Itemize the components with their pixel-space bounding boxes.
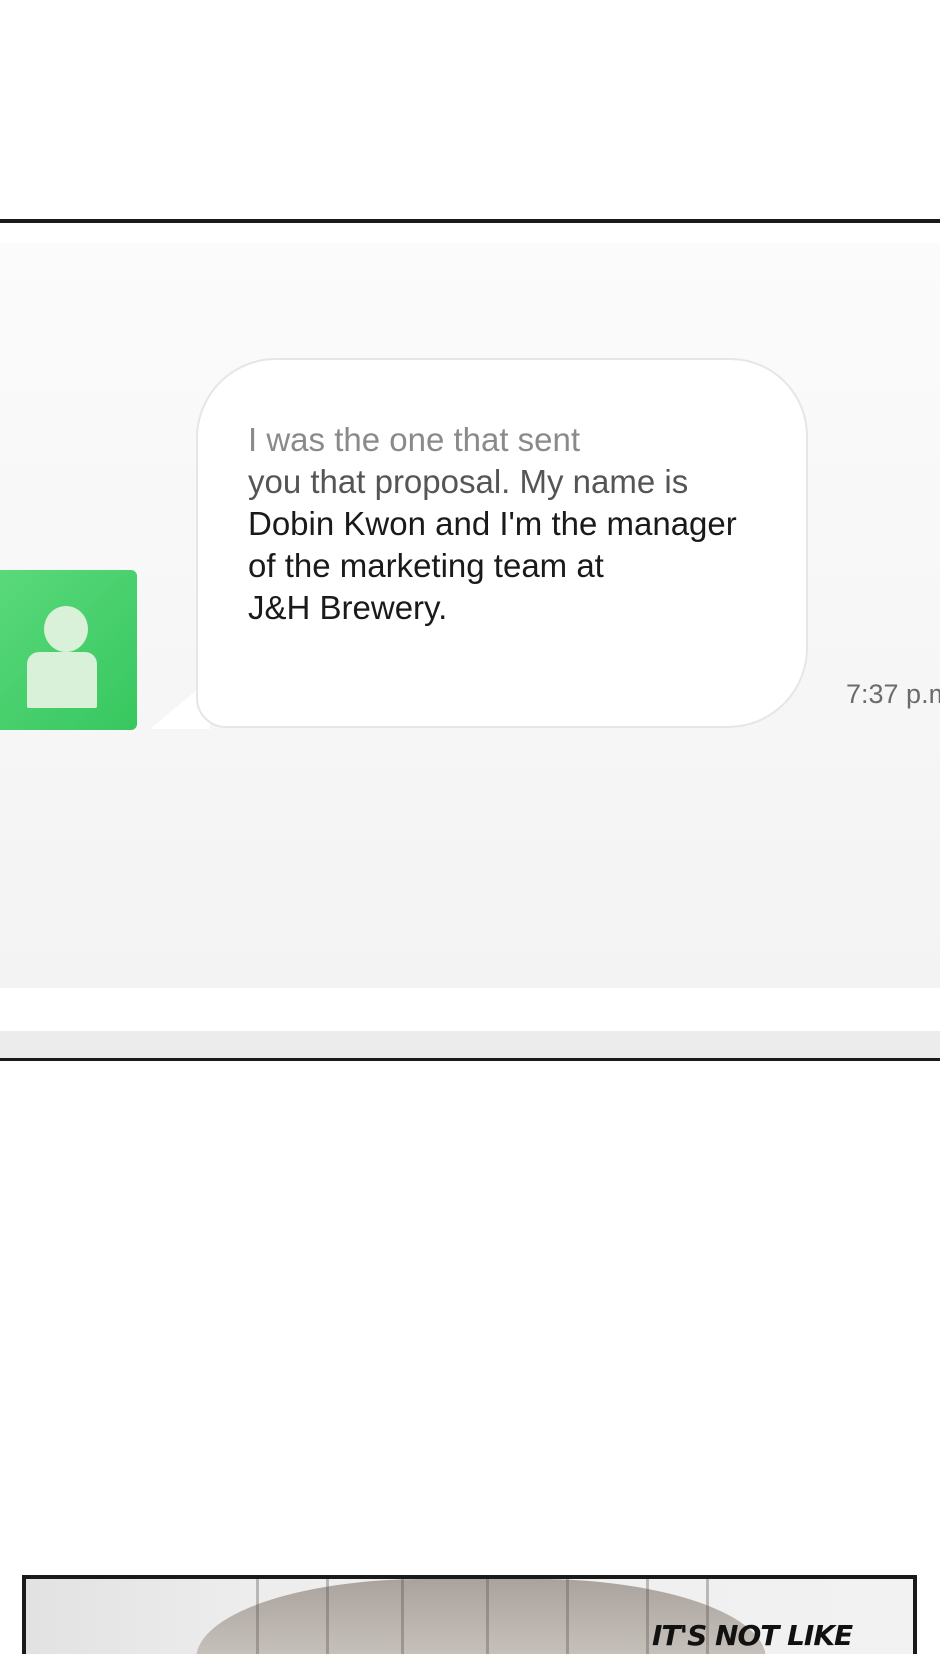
contact-avatar[interactable] xyxy=(0,570,137,730)
message-text: I was the one that sent you that proposa… xyxy=(248,419,808,629)
hair-streak xyxy=(256,1579,259,1654)
person-icon-head xyxy=(44,606,88,652)
chat-panel: I was the one that sent you that proposa… xyxy=(0,219,940,1061)
person-icon-body xyxy=(27,652,97,708)
hair-streak xyxy=(401,1579,404,1654)
caption-text: IT'S NOT LIKE xyxy=(652,1619,853,1652)
message-line: J&H Brewery. xyxy=(248,589,448,626)
message-line: of the marketing team at xyxy=(248,547,604,584)
hair-streak xyxy=(566,1579,569,1654)
message-line: Dobin Kwon and I'm the manager xyxy=(248,505,737,542)
hair-streak xyxy=(486,1579,489,1654)
message-timestamp: 7:37 p.m xyxy=(846,679,940,709)
comic-page: I was the one that sent you that proposa… xyxy=(0,0,940,1654)
comic-panel: IT'S NOT LIKE xyxy=(22,1575,917,1654)
conversation-area: I was the one that sent you that proposa… xyxy=(0,243,940,988)
hair-streak xyxy=(646,1579,649,1654)
hair-streak xyxy=(326,1579,329,1654)
message-line: you that proposal. My name is xyxy=(248,463,689,500)
message-line: I was the one that sent xyxy=(248,421,581,458)
bottom-bar xyxy=(0,1031,940,1058)
